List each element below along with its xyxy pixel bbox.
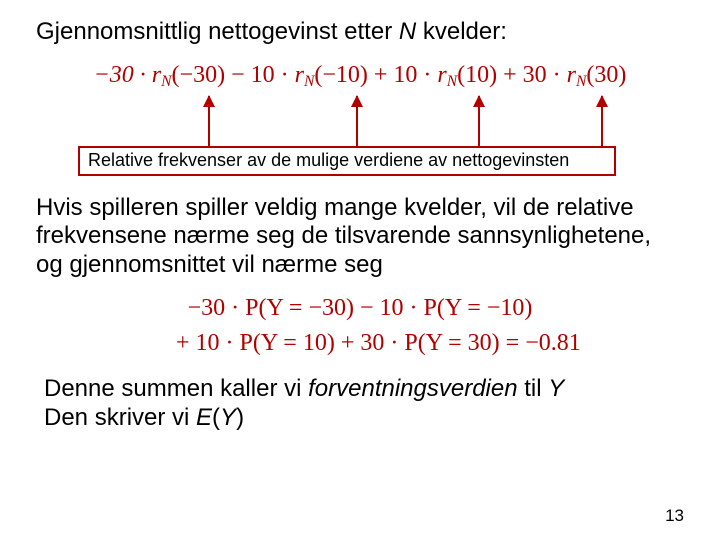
arrow-icon [601,96,603,146]
title-var: N [399,18,416,45]
formula-2a: −30 · P(Y = −30) − 10 · P(Y = −10) [36,293,684,324]
arrow-icon [208,96,210,146]
caption-text: Relative frekvenser av de mulige verdien… [88,150,569,170]
caption-box: Relative frekvenser av de mulige verdien… [78,146,616,176]
paragraph-3: Denne summen kaller vi forventningsverdi… [44,375,684,433]
arrow-icon [356,96,358,146]
title-pre: Gjennomsnittlig nettogevinst etter [36,18,399,45]
formula-1: −30 · rN(−30) − 10 · rN(−10) + 10 · rN(1… [36,60,684,92]
arrows-row [36,94,684,146]
formula-2b: + 10 · P(Y = 10) + 30 · P(Y = 30) = −0.8… [176,328,684,359]
page-number: 13 [665,506,684,526]
paragraph-2: Hvis spilleren spiller veldig mange kvel… [36,194,684,279]
slide-title: Gjennomsnittlig nettogevinst etter N kve… [36,18,684,46]
title-post: kvelder: [416,18,507,45]
arrow-icon [478,96,480,146]
